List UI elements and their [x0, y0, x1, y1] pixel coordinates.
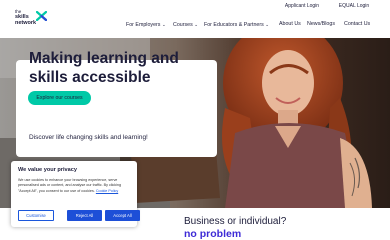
- logo-cross-icon: [36, 11, 47, 21]
- chevron-down-icon: ⌄: [265, 22, 270, 27]
- nav-item-news-blogs[interactable]: News/Blogs: [307, 21, 335, 28]
- nav-item-label: Contact Us: [344, 21, 371, 27]
- nav-item-label: For Employers: [126, 22, 161, 28]
- skills-network-logo[interactable]: the skills network: [15, 9, 47, 31]
- cookie-text: We use cookies to enhance your browsing …: [18, 178, 132, 194]
- hero-title: Making learning and skills accessible: [29, 50, 179, 86]
- chevron-down-icon: ⌄: [194, 22, 199, 27]
- nav-item-label: Courses: [173, 22, 193, 28]
- section-highlight: no problem: [184, 228, 242, 240]
- accept-all-button[interactable]: Accept All: [105, 210, 140, 221]
- nav-item-for-employers[interactable]: For Employers ⌄: [126, 21, 166, 29]
- explore-courses-button[interactable]: Explore our courses: [28, 91, 91, 105]
- customise-button[interactable]: Customise: [18, 210, 54, 221]
- hero-card: Making learning and skills accessible Di…: [16, 50, 217, 157]
- nav-item-label: News/Blogs: [307, 21, 335, 27]
- nav-item-courses[interactable]: Courses ⌄: [173, 21, 198, 29]
- nav-item-contact-us[interactable]: Contact Us: [344, 21, 370, 28]
- logo-text-network: network: [15, 20, 37, 26]
- applicant-login-button[interactable]: Applicant Login: [278, 2, 326, 11]
- nav-item-label: For Educators & Partners: [204, 22, 264, 28]
- main-nav: the skills network Applicant Login EQUAL…: [0, 0, 390, 38]
- cookie-title: We value your privacy: [18, 167, 77, 173]
- cookie-consent-banner: We value your privacy We use cookies to …: [11, 161, 140, 227]
- nav-item-about-us[interactable]: About Us: [279, 21, 301, 28]
- section-heading: Business or individual?: [184, 216, 287, 227]
- reject-all-button[interactable]: Reject All: [67, 210, 102, 221]
- chevron-down-icon: ⌄: [161, 22, 166, 27]
- nav-item-educators-partners[interactable]: For Educators & Partners ⌄: [204, 21, 269, 29]
- cookie-policy-link[interactable]: Cookie Policy: [96, 189, 118, 193]
- nav-item-label: About Us: [279, 21, 301, 27]
- equal-login-button[interactable]: EQUAL Login: [334, 2, 374, 11]
- hero-subtitle: Discover life changing skills and learni…: [29, 134, 148, 141]
